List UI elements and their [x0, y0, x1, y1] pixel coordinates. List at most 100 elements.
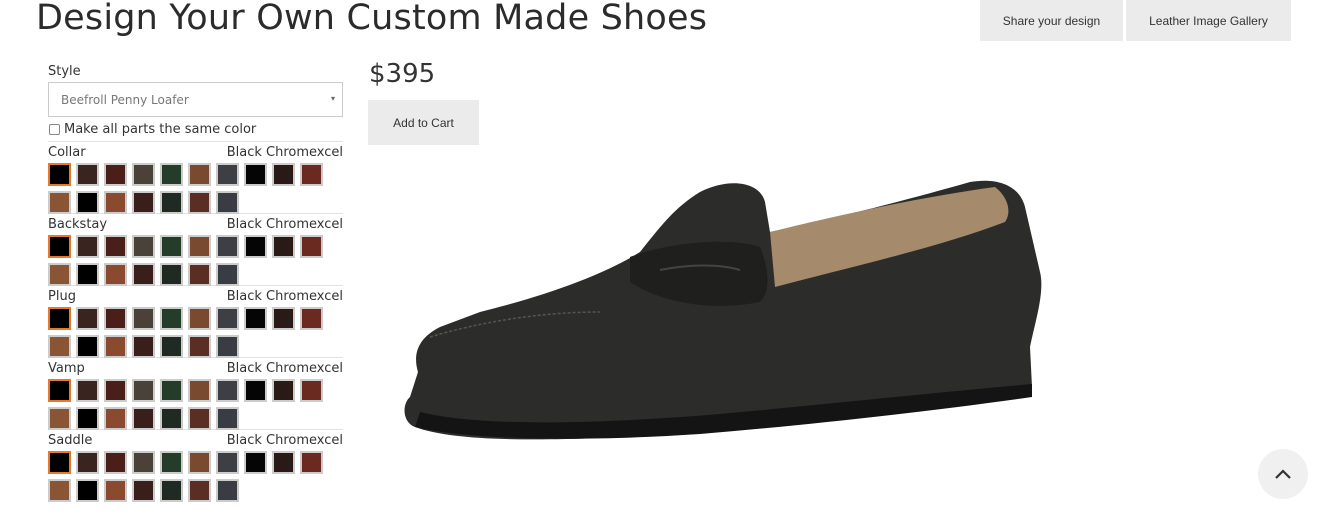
leather-gallery-button[interactable]: Leather Image Gallery — [1126, 0, 1291, 41]
color-swatch[interactable] — [188, 263, 211, 286]
color-swatch[interactable] — [188, 451, 211, 474]
color-swatch[interactable] — [300, 451, 323, 474]
color-swatch[interactable] — [188, 235, 211, 258]
style-select[interactable]: Beefroll Penny Loafer ▾ — [48, 82, 343, 117]
color-swatch[interactable] — [188, 307, 211, 330]
color-swatch[interactable] — [160, 479, 183, 502]
color-swatch[interactable] — [160, 335, 183, 358]
color-swatch[interactable] — [104, 451, 127, 474]
color-swatch[interactable] — [48, 307, 71, 330]
color-swatch[interactable] — [160, 379, 183, 402]
color-swatch[interactable] — [132, 307, 155, 330]
color-swatch[interactable] — [76, 163, 99, 186]
color-swatch[interactable] — [76, 407, 99, 430]
color-swatch[interactable] — [300, 379, 323, 402]
color-swatch[interactable] — [104, 307, 127, 330]
part-selected-color: Black Chromexcel — [226, 361, 343, 376]
color-swatch[interactable] — [76, 263, 99, 286]
color-swatch[interactable] — [160, 407, 183, 430]
add-to-cart-button[interactable]: Add to Cart — [368, 100, 479, 145]
color-swatch[interactable] — [244, 379, 267, 402]
color-swatch[interactable] — [272, 379, 295, 402]
color-swatch[interactable] — [188, 407, 211, 430]
color-swatch[interactable] — [104, 479, 127, 502]
color-swatch[interactable] — [76, 191, 99, 214]
color-swatch[interactable] — [272, 235, 295, 258]
color-swatch[interactable] — [244, 307, 267, 330]
color-swatch[interactable] — [160, 191, 183, 214]
color-swatch[interactable] — [76, 451, 99, 474]
color-swatch[interactable] — [76, 307, 99, 330]
color-swatch[interactable] — [48, 479, 71, 502]
color-swatch[interactable] — [48, 451, 71, 474]
scroll-to-top-button[interactable] — [1258, 449, 1308, 499]
color-swatch[interactable] — [76, 235, 99, 258]
color-swatch[interactable] — [216, 379, 239, 402]
color-swatch[interactable] — [216, 335, 239, 358]
color-swatch[interactable] — [216, 163, 239, 186]
color-swatch[interactable] — [132, 379, 155, 402]
color-swatch[interactable] — [244, 451, 267, 474]
color-swatch[interactable] — [104, 379, 127, 402]
color-swatch[interactable] — [48, 379, 71, 402]
color-swatch[interactable] — [76, 379, 99, 402]
color-swatch[interactable] — [216, 407, 239, 430]
color-swatch[interactable] — [48, 191, 71, 214]
color-swatch[interactable] — [188, 191, 211, 214]
color-swatch[interactable] — [272, 451, 295, 474]
color-swatch[interactable] — [244, 235, 267, 258]
color-swatches — [48, 163, 348, 219]
color-swatch[interactable] — [300, 163, 323, 186]
color-swatch[interactable] — [132, 335, 155, 358]
color-swatch[interactable] — [300, 235, 323, 258]
color-swatch[interactable] — [188, 479, 211, 502]
color-swatches — [48, 379, 348, 435]
same-color-option[interactable]: Make all parts the same color — [48, 121, 343, 137]
color-swatch[interactable] — [272, 163, 295, 186]
color-swatch[interactable] — [244, 163, 267, 186]
color-swatch[interactable] — [104, 263, 127, 286]
color-swatch[interactable] — [216, 191, 239, 214]
color-swatch[interactable] — [104, 407, 127, 430]
color-swatch[interactable] — [76, 335, 99, 358]
color-swatch[interactable] — [216, 307, 239, 330]
part-name: Saddle — [48, 433, 93, 448]
color-swatch[interactable] — [160, 263, 183, 286]
color-swatch[interactable] — [48, 407, 71, 430]
color-swatch[interactable] — [216, 235, 239, 258]
color-swatch[interactable] — [132, 451, 155, 474]
part-vamp: Vamp Black Chromexcel — [48, 357, 343, 430]
color-swatch[interactable] — [132, 407, 155, 430]
same-color-checkbox[interactable] — [49, 123, 60, 135]
color-swatch[interactable] — [300, 307, 323, 330]
color-swatch[interactable] — [48, 163, 71, 186]
color-swatch[interactable] — [216, 263, 239, 286]
color-swatch[interactable] — [160, 307, 183, 330]
color-swatch[interactable] — [132, 163, 155, 186]
color-swatch[interactable] — [132, 235, 155, 258]
color-swatch[interactable] — [104, 335, 127, 358]
color-swatch[interactable] — [76, 479, 99, 502]
style-label: Style — [48, 64, 81, 79]
color-swatch[interactable] — [132, 479, 155, 502]
color-swatch[interactable] — [104, 235, 127, 258]
color-swatch[interactable] — [48, 335, 71, 358]
color-swatch[interactable] — [216, 479, 239, 502]
color-swatch[interactable] — [188, 163, 211, 186]
color-swatch[interactable] — [132, 263, 155, 286]
color-swatch[interactable] — [160, 163, 183, 186]
color-swatch[interactable] — [188, 379, 211, 402]
color-swatch[interactable] — [104, 163, 127, 186]
color-swatch[interactable] — [48, 235, 71, 258]
color-swatch[interactable] — [160, 235, 183, 258]
color-swatch[interactable] — [272, 307, 295, 330]
color-swatch[interactable] — [160, 451, 183, 474]
color-swatch[interactable] — [216, 451, 239, 474]
color-swatch[interactable] — [48, 263, 71, 286]
color-swatch[interactable] — [104, 191, 127, 214]
share-design-button[interactable]: Share your design — [980, 0, 1123, 41]
color-swatches — [48, 451, 348, 507]
color-swatch[interactable] — [188, 335, 211, 358]
color-swatch[interactable] — [132, 191, 155, 214]
part-header: Plug Black Chromexcel — [48, 289, 343, 305]
